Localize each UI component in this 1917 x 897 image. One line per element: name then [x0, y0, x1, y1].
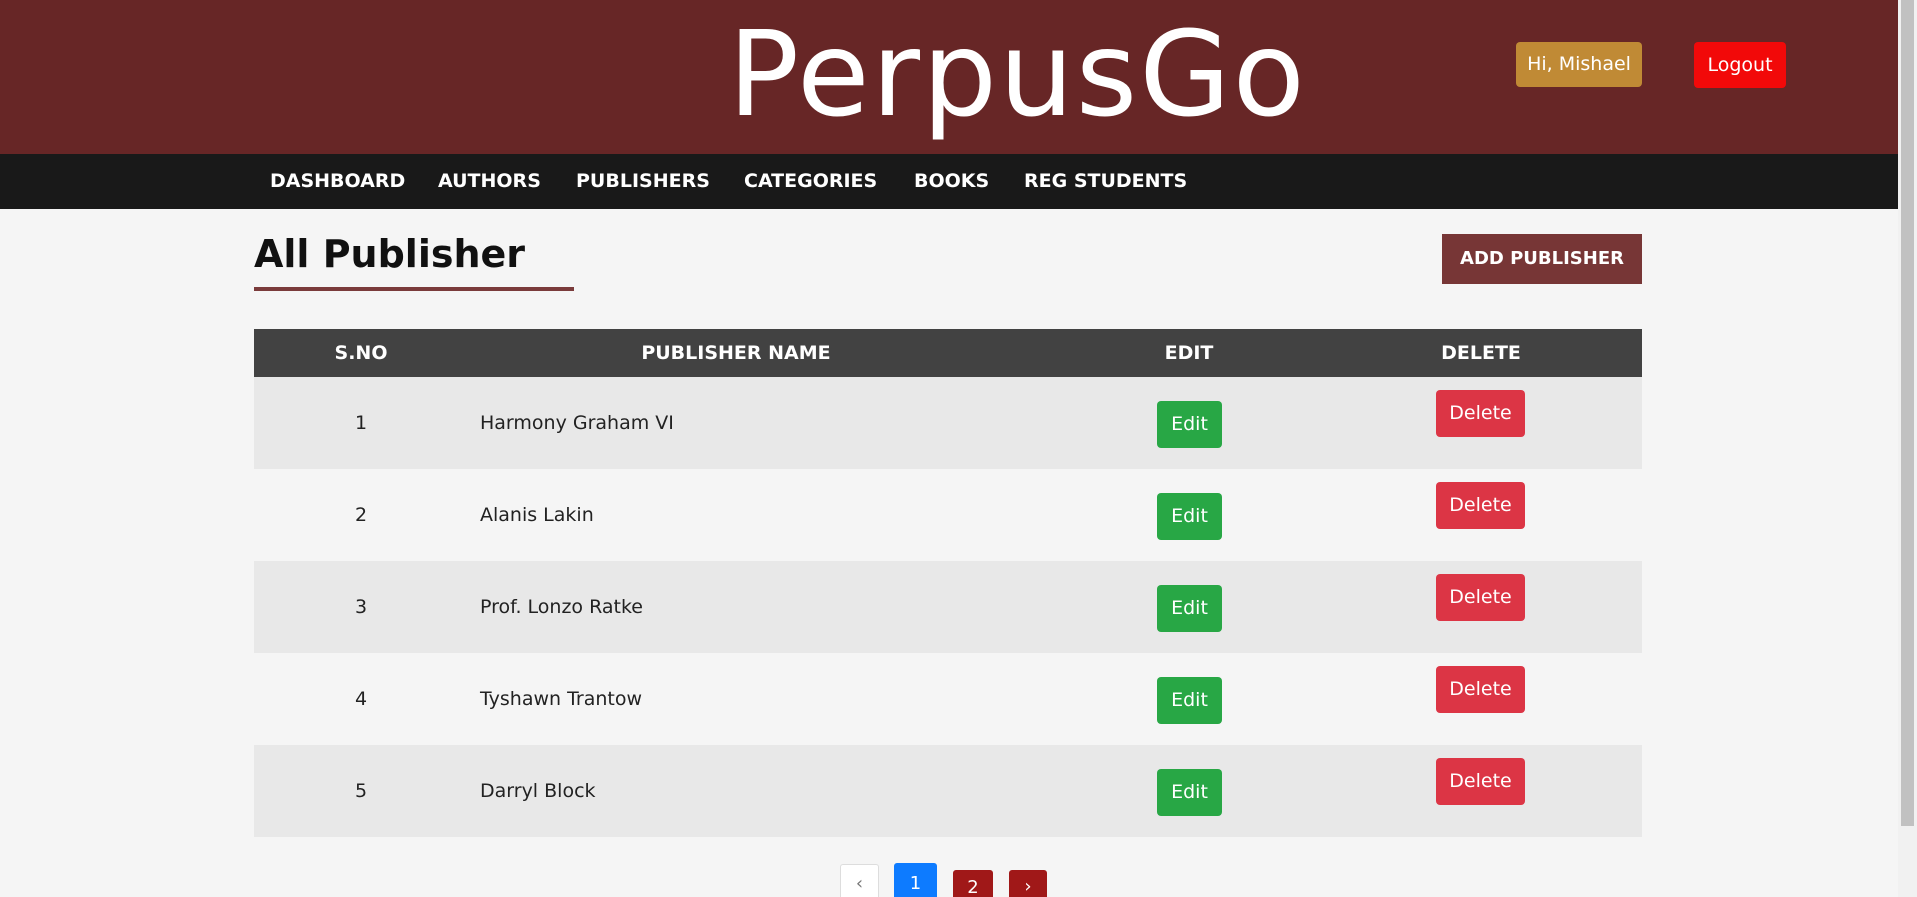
nav-item-authors[interactable]: AUTHORS	[438, 154, 541, 209]
table-row: 2 Alanis Lakin Edit Delete	[254, 469, 1642, 561]
pagination-page-2[interactable]: 2	[953, 870, 993, 897]
logout-button[interactable]: Logout	[1694, 42, 1786, 88]
delete-button[interactable]: Delete	[1436, 390, 1525, 437]
edit-button[interactable]: Edit	[1157, 769, 1222, 816]
edit-button[interactable]: Edit	[1157, 585, 1222, 632]
site-logo[interactable]: PerpusGo	[728, 4, 1305, 144]
row-number: 5	[354, 780, 368, 802]
pagination-next-button[interactable]: ›	[1009, 870, 1047, 897]
delete-button[interactable]: Delete	[1436, 666, 1525, 713]
title-underline	[254, 287, 574, 291]
delete-button[interactable]: Delete	[1436, 482, 1525, 529]
edit-button[interactable]: Edit	[1157, 493, 1222, 540]
nav-item-dashboard[interactable]: DASHBOARD	[270, 154, 405, 209]
edit-button[interactable]: Edit	[1157, 401, 1222, 448]
page-title: All Publisher	[254, 232, 526, 276]
pagination: ‹ 1 2 ›	[0, 863, 1898, 897]
pagination-page-1[interactable]: 1	[894, 863, 937, 897]
delete-button[interactable]: Delete	[1436, 758, 1525, 805]
delete-button[interactable]: Delete	[1436, 574, 1525, 621]
nav-item-books[interactable]: BOOKS	[914, 154, 989, 209]
publishers-table: S.NO PUBLISHER NAME EDIT DELETE 1 Harmon…	[254, 329, 1642, 837]
row-number: 4	[354, 688, 368, 710]
pagination-prev-button[interactable]: ‹	[840, 864, 879, 897]
nav-item-categories[interactable]: CATEGORIES	[744, 154, 877, 209]
user-greeting-badge: Hi, Mishael	[1516, 42, 1642, 87]
add-publisher-button[interactable]: ADD PUBLISHER	[1442, 234, 1642, 284]
header-sno: S.NO	[334, 342, 388, 364]
main-nav: DASHBOARD AUTHORS PUBLISHERS CATEGORIES …	[0, 154, 1898, 209]
publisher-name: Darryl Block	[480, 780, 596, 802]
table-header: S.NO PUBLISHER NAME EDIT DELETE	[254, 329, 1642, 377]
publisher-name: Tyshawn Trantow	[480, 688, 643, 710]
edit-button[interactable]: Edit	[1157, 677, 1222, 724]
row-number: 2	[354, 504, 368, 526]
header-edit: EDIT	[1164, 342, 1214, 364]
header-publisher-name: PUBLISHER NAME	[641, 342, 831, 364]
header: PerpusGo Hi, Mishael Logout	[0, 0, 1898, 154]
row-number: 1	[354, 412, 368, 434]
header-delete: DELETE	[1441, 342, 1521, 364]
publisher-name: Harmony Graham VI	[480, 412, 674, 434]
scrollbar-thumb[interactable]	[1901, 0, 1914, 826]
table-row: 5 Darryl Block Edit Delete	[254, 745, 1642, 837]
publisher-name: Alanis Lakin	[480, 504, 594, 526]
nav-item-publishers[interactable]: PUBLISHERS	[576, 154, 710, 209]
nav-item-reg-students[interactable]: REG STUDENTS	[1024, 154, 1187, 209]
table-row: 3 Prof. Lonzo Ratke Edit Delete	[254, 561, 1642, 653]
publisher-name: Prof. Lonzo Ratke	[480, 596, 643, 618]
table-row: 1 Harmony Graham VI Edit Delete	[254, 377, 1642, 469]
table-row: 4 Tyshawn Trantow Edit Delete	[254, 653, 1642, 745]
row-number: 3	[354, 596, 368, 618]
